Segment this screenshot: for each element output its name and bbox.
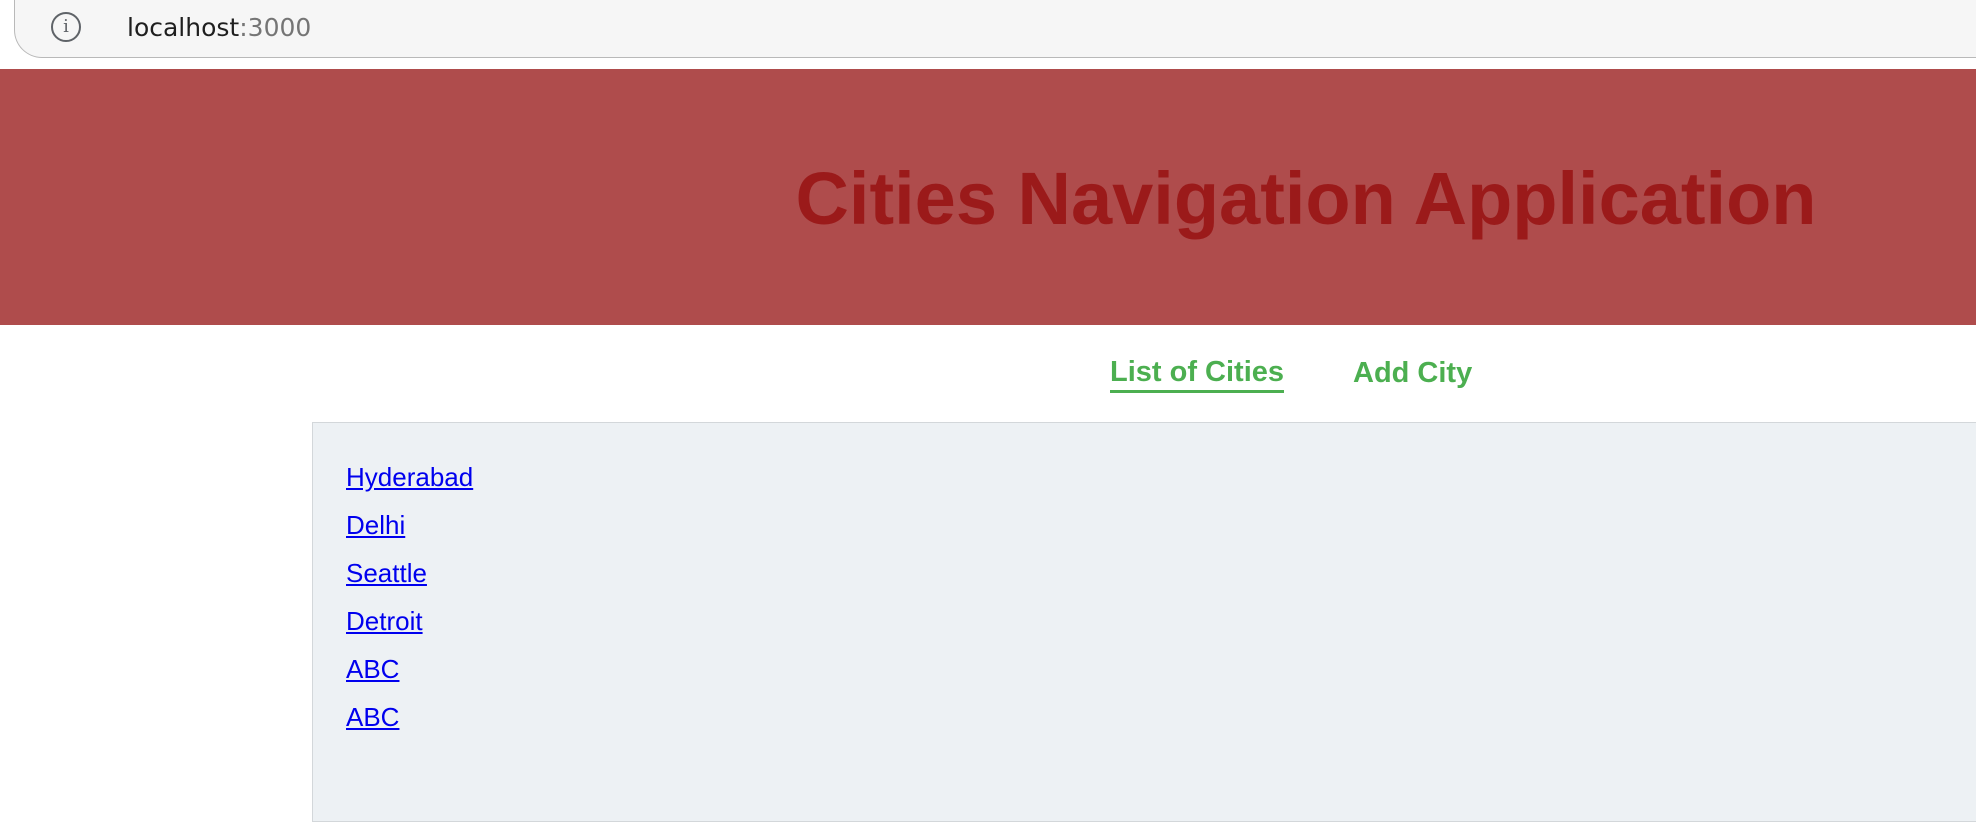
list-item: ABC: [346, 645, 1976, 693]
main-nav: List of Cities Add City: [0, 354, 1976, 394]
city-link[interactable]: ABC: [346, 702, 399, 732]
nav-link-list-of-cities[interactable]: List of Cities: [1110, 354, 1285, 393]
city-link[interactable]: Seattle: [346, 558, 427, 588]
city-list: Hyderabad Delhi Seattle Detroit ABC ABC: [313, 423, 1976, 741]
list-item: Delhi: [346, 501, 1976, 549]
address-bar[interactable]: i localhost:3000: [14, 0, 1976, 58]
nav-link-add-city[interactable]: Add City: [1353, 354, 1472, 392]
url-port: :3000: [239, 13, 312, 42]
info-icon[interactable]: i: [51, 12, 81, 42]
url-text[interactable]: localhost:3000: [127, 12, 311, 44]
city-link[interactable]: Hyderabad: [346, 462, 473, 492]
list-item: Seattle: [346, 549, 1976, 597]
page-title: Cities Navigation Application: [795, 157, 1817, 240]
list-item: ABC: [346, 693, 1976, 741]
browser-toolbar: i localhost:3000: [0, 0, 1976, 68]
list-item: Hyderabad: [346, 453, 1976, 501]
city-link[interactable]: Detroit: [346, 606, 423, 636]
url-host: localhost: [127, 13, 240, 42]
city-link[interactable]: ABC: [346, 654, 399, 684]
list-item: Detroit: [346, 597, 1976, 645]
city-link[interactable]: Delhi: [346, 510, 405, 540]
city-list-panel: Hyderabad Delhi Seattle Detroit ABC ABC: [312, 422, 1976, 822]
header-banner: Cities Navigation Application: [0, 69, 1976, 325]
